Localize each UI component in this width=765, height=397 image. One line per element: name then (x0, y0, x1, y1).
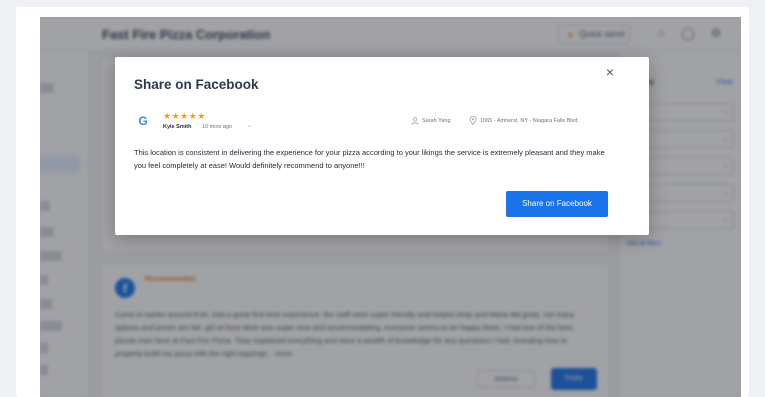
assigned-agent: Sarah Yang (422, 118, 451, 124)
review-timestamp: 10 mins ago (202, 124, 232, 130)
app-window: Fast Fire Pizza Corporation ▲ Quick send… (40, 17, 741, 397)
user-icon (411, 117, 419, 125)
google-icon: G (138, 114, 148, 128)
dialog-title: Share on Facebook (134, 77, 259, 92)
star-rating: ★★★★★ (163, 111, 206, 121)
share-on-facebook-dialog: Share on Facebook × G ★★★★★ Kyle Smith 1… (115, 57, 649, 235)
store-location: 1065 - Amherst, NY - Niagara Falls Blvd. (480, 118, 579, 124)
share-on-facebook-button[interactable]: Share on Facebook (506, 191, 608, 217)
review-text: This location is consistent in deliverin… (134, 148, 605, 170)
chevron-down-icon[interactable]: ⌄ (247, 123, 252, 129)
location-pin-icon (469, 116, 477, 125)
close-icon[interactable]: × (602, 64, 618, 80)
reviewer-name: Kyle Smith (163, 124, 192, 130)
screenshot-frame: Fast Fire Pizza Corporation ▲ Quick send… (16, 7, 749, 397)
